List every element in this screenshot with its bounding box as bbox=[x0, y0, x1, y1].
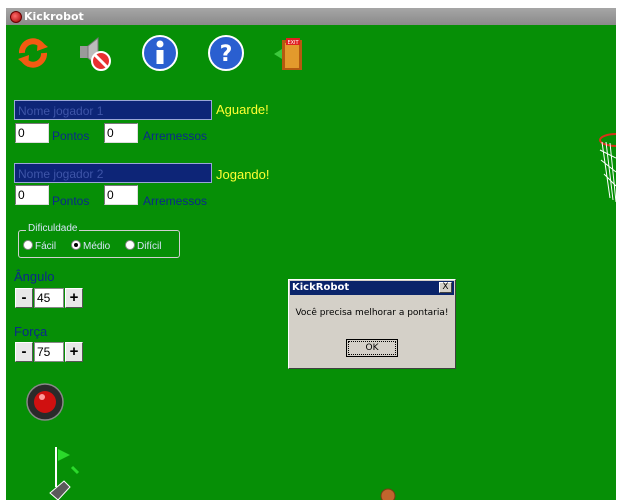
kick-button[interactable] bbox=[26, 383, 64, 421]
player1-throws-label: Arremessos bbox=[143, 129, 208, 143]
robot-flag-icon bbox=[49, 447, 80, 500]
player2-throws-label: Arremessos bbox=[143, 194, 208, 208]
player2-points-field[interactable]: 0 bbox=[15, 185, 49, 205]
player1-throws-field[interactable]: 0 bbox=[104, 123, 138, 143]
difficulty-legend: Dificuldade bbox=[26, 223, 80, 234]
difficulty-easy-radio[interactable]: Fácil bbox=[23, 240, 56, 252]
dialog-title: KickRobot bbox=[290, 281, 454, 295]
player1-points-field[interactable]: 0 bbox=[15, 123, 49, 143]
player2-status: Jogando! bbox=[216, 167, 270, 182]
exit-icon: EXIT bbox=[274, 38, 302, 70]
difficulty-group: Dificuldade Fácil Médio Difícil bbox=[18, 223, 180, 258]
difficulty-hard-radio[interactable]: Difícil bbox=[125, 240, 161, 252]
ball-icon bbox=[380, 488, 396, 500]
difficulty-medium-radio[interactable]: Médio bbox=[71, 240, 110, 252]
angle-value-field[interactable]: 45 bbox=[34, 288, 64, 308]
force-value-field[interactable]: 75 bbox=[34, 342, 64, 362]
player1-name-field[interactable]: Nome jogador 1 bbox=[14, 100, 212, 120]
restart-button[interactable] bbox=[14, 34, 52, 72]
basket-hoop-icon bbox=[599, 133, 616, 203]
player1-status: Aguarde! bbox=[216, 102, 269, 117]
radio-dot bbox=[125, 240, 135, 250]
force-increase-button[interactable]: + bbox=[65, 342, 83, 362]
dialog-ok-button[interactable]: OK bbox=[346, 339, 398, 357]
difficulty-hard-label: Difícil bbox=[137, 241, 162, 252]
dialog-ok-label: OK bbox=[348, 341, 396, 355]
angle-label: Ângulo bbox=[14, 269, 55, 284]
window-title: Kickrobot bbox=[24, 10, 84, 23]
radio-dot-selected bbox=[71, 240, 81, 250]
angle-increase-button[interactable]: + bbox=[65, 288, 83, 308]
player1-points-label: Pontos bbox=[52, 129, 90, 143]
app-icon bbox=[10, 11, 22, 23]
title-bar: Kickrobot bbox=[6, 8, 616, 25]
restart-icon bbox=[18, 38, 48, 68]
dialog-message: Você precisa melhorar a pontaria! bbox=[295, 308, 449, 318]
help-button[interactable]: ? bbox=[207, 34, 245, 72]
player2-throws-field[interactable]: 0 bbox=[104, 185, 138, 205]
difficulty-medium-label: Médio bbox=[83, 241, 111, 252]
info-icon bbox=[142, 35, 178, 71]
player2-name-field[interactable]: Nome jogador 2 bbox=[14, 163, 212, 183]
exit-sign-text: EXIT bbox=[287, 40, 299, 46]
info-button[interactable] bbox=[141, 34, 179, 72]
help-icon: ? bbox=[208, 35, 244, 71]
force-label: Força bbox=[14, 324, 48, 339]
exit-button[interactable]: EXIT bbox=[272, 34, 310, 72]
player2-points-label: Pontos bbox=[52, 194, 90, 208]
svg-text:?: ? bbox=[220, 42, 233, 67]
radio-dot bbox=[23, 240, 33, 250]
sound-toggle-button[interactable] bbox=[74, 34, 112, 72]
force-decrease-button[interactable]: - bbox=[15, 342, 33, 362]
angle-decrease-button[interactable]: - bbox=[15, 288, 33, 308]
message-dialog: KickRobot X Você precisa melhorar a pont… bbox=[288, 279, 456, 369]
difficulty-easy-label: Fácil bbox=[35, 241, 57, 252]
dialog-close-button[interactable]: X bbox=[439, 282, 452, 293]
game-window: Kickrobot ? EXIT Nome jogador 1 Aguarde!… bbox=[6, 8, 616, 500]
sound-off-icon bbox=[80, 36, 111, 71]
